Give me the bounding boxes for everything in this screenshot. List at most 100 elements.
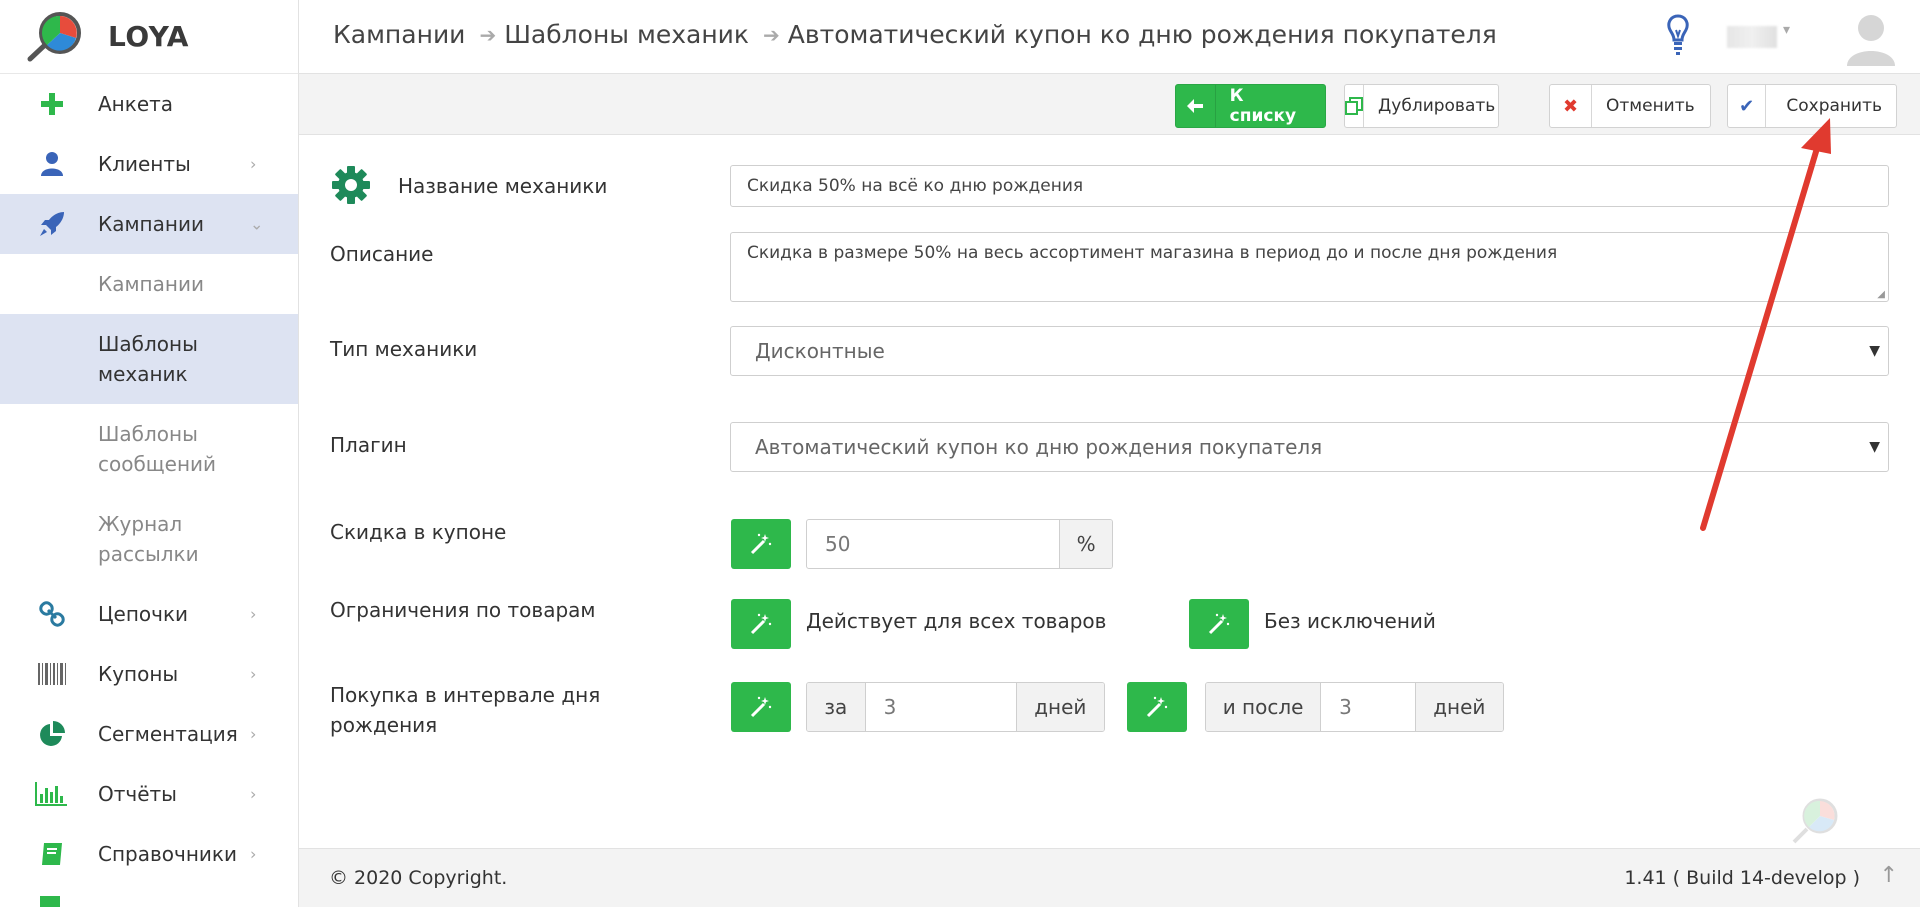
cancel-button[interactable]: ✖ Отменить [1549,84,1711,128]
sidebar-item-label: Клиенты [98,152,191,176]
resize-handle-icon[interactable]: ◢ [1877,289,1885,300]
sidebar-item-directories[interactable]: Справочники › [0,824,298,884]
description-label: Описание [330,242,434,266]
sidebar-item-campaigns[interactable]: Кампании ⌄ [0,194,298,254]
chevron-right-icon: › [250,154,257,174]
plugin-label: Плагин [330,433,407,457]
arrow-left-icon [1176,85,1216,127]
gear-icon [332,166,370,204]
sidebar-subitem-label: Журнал рассылки [98,512,199,566]
sidebar-subitem-label: Шаблоны механик [98,332,198,386]
name-input[interactable]: Скидка 50% на всё ко дню рождения [730,165,1889,207]
before-wand-button[interactable] [731,682,791,732]
chevron-right-icon: › [250,844,257,864]
after-wand-button[interactable] [1127,682,1187,732]
breadcrumb-item-mechanic-templates[interactable]: Шаблоны механик [504,20,749,49]
avatar[interactable] [1843,10,1899,66]
restriction-exceptions-text: Без исключений [1264,609,1436,633]
restriction-exceptions-wand-button[interactable] [1189,599,1249,649]
toolbar: К списку Дублировать ✖ Отменить ✔ Сохран… [299,74,1920,135]
bar-chart-icon [34,780,68,808]
sidebar-subitem-mechanic-templates[interactable]: Шаблоны механик [0,314,298,404]
type-select-value: Дисконтные [755,339,885,363]
before-prefix: за [807,683,865,731]
sidebar-item-reports[interactable]: Отчёты › [0,764,298,824]
scroll-to-top-icon[interactable]: ↑ [1880,863,1898,888]
footer: © 2020 Copyright. 1.41 ( Build 14-develo… [299,848,1920,907]
header: Кампании ➔ Шаблоны механик ➔ Автоматичес… [299,0,1920,74]
chevron-right-icon: › [250,784,257,804]
breadcrumb: Кампании ➔ Шаблоны механик ➔ Автоматичес… [333,20,1497,49]
description-text: Скидка в размере 50% на весь ассортимент… [747,243,1558,263]
type-select[interactable]: Дисконтные ▼ [730,326,1889,376]
discount-label: Скидка в купоне [330,520,507,544]
sidebar-item-label: Кампании [98,212,204,236]
logo[interactable]: LOYA [0,0,298,74]
sidebar-item-clients[interactable]: Клиенты › [0,134,298,194]
plugin-select-value: Автоматический купон ко дню рождения пок… [755,435,1323,459]
breadcrumb-item-current: Автоматический купон ко дню рождения пок… [787,20,1497,49]
sidebar-item-segmentation[interactable]: Сегментация › [0,704,298,764]
sidebar-item-partial[interactable] [40,896,60,907]
pie-chart-icon [38,720,66,748]
sidebar-subitem-label: Кампании [98,272,204,296]
save-button[interactable]: ✔ Сохранить [1727,84,1897,128]
before-days-input[interactable]: 3 [864,683,1017,731]
sidebar-item-label: Отчёты [98,782,177,806]
back-to-list-button[interactable]: К списку [1175,84,1326,128]
chevron-right-icon: › [250,724,257,744]
save-label: Сохранить [1786,96,1882,116]
type-label: Тип механики [330,337,478,361]
arrow-right-icon: ➔ [479,22,497,47]
sidebar-item-label: Справочники [98,842,237,866]
book-icon [38,840,66,868]
caret-down-icon[interactable]: ▾ [1783,22,1790,38]
lightbulb-icon[interactable] [1666,14,1690,56]
sidebar-subitem-message-templates[interactable]: Шаблоны сообщений [0,404,298,494]
after-unit: дней [1415,683,1503,731]
sidebar-item-label: Купоны [98,662,179,686]
version: 1.41 ( Build 14-develop ) [1624,867,1860,889]
cancel-label: Отменить [1606,96,1695,116]
magic-wand-icon [750,696,772,718]
duplicate-button[interactable]: Дублировать [1344,84,1499,128]
sidebar: LOYA Анкета Клиенты › Кампании ⌄ Кампани… [0,0,299,907]
restriction-goods-text: Действует для всех товаров [806,609,1107,633]
check-icon: ✔ [1728,85,1767,127]
app-name: LOYA [108,20,189,53]
sidebar-subitem-mailing-log[interactable]: Журнал рассылки [0,494,298,584]
magic-wand-icon [750,613,772,635]
restriction-goods-wand-button[interactable] [731,599,791,649]
copyright: © 2020 Copyright. [329,867,508,889]
after-days-input[interactable]: 3 [1320,683,1416,731]
arrow-right-icon: ➔ [763,22,780,47]
sidebar-subitem-label: Шаблоны сообщений [98,422,217,476]
logo-watermark-icon [1792,798,1838,844]
sidebar-item-chains[interactable]: Цепочки › [0,584,298,644]
sidebar-item-label: Сегментация [98,722,238,746]
before-unit: дней [1016,683,1104,731]
caret-down-icon: ▼ [1869,343,1880,359]
sidebar-subitem-campaigns[interactable]: Кампании [0,254,298,314]
discount-wand-button[interactable] [731,519,791,569]
breadcrumb-item-campaigns[interactable]: Кампании [333,20,465,49]
before-input-group: за 3 дней [806,682,1105,732]
magic-wand-icon [1208,613,1230,635]
discount-input-group: 50 % [806,519,1113,569]
user-name-blurred[interactable] [1727,26,1777,48]
discount-input[interactable]: 50 [807,520,1061,568]
plus-icon [38,90,66,118]
name-label: Название механики [398,174,608,198]
sidebar-item-label: Анкета [98,92,174,116]
percent-addon: % [1060,520,1112,568]
after-prefix: и после [1206,683,1321,731]
chain-icon [38,600,66,628]
description-textarea[interactable]: Скидка в размере 50% на весь ассортимент… [730,232,1889,302]
caret-down-icon: ▼ [1869,439,1880,455]
sidebar-item-coupons[interactable]: Купоны › [0,644,298,704]
sidebar-item-label: Цепочки [98,602,189,626]
plugin-select[interactable]: Автоматический купон ко дню рождения пок… [730,422,1889,472]
close-icon: ✖ [1550,85,1592,127]
sidebar-item-anketa[interactable]: Анкета [0,74,298,134]
mechanic-form: Название механики Скидка 50% на всё ко д… [299,135,1920,848]
